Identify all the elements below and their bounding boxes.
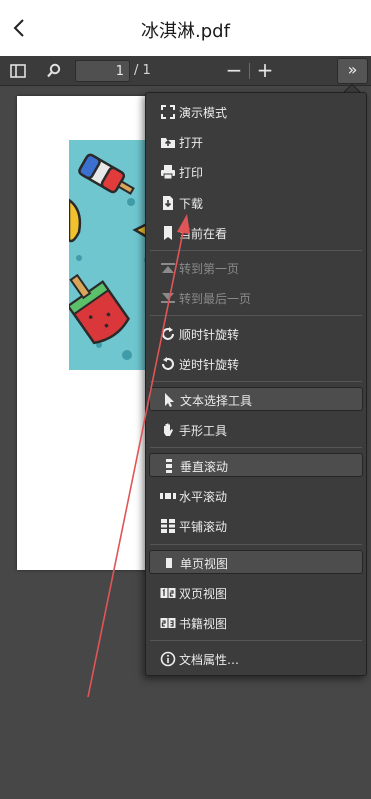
download-icon bbox=[163, 196, 173, 210]
bookmark-icon bbox=[164, 226, 172, 240]
sidebar-toggle-icon[interactable] bbox=[8, 61, 28, 81]
menu-item-label: 手形工具 bbox=[179, 424, 228, 438]
menu-item-current-view[interactable]: 当前在看 bbox=[149, 221, 363, 245]
menu-separator bbox=[150, 381, 362, 382]
menu-item-single-page[interactable]: 单页视图 bbox=[149, 550, 363, 574]
wrapped-scroll-icon bbox=[161, 519, 175, 533]
single-page-icon bbox=[166, 558, 172, 568]
presentation-mode-icon bbox=[161, 105, 175, 119]
menu-item-last-page[interactable]: 转到最后一页 bbox=[149, 286, 363, 310]
open-file-icon bbox=[161, 138, 175, 148]
menu-item-label: 当前在看 bbox=[179, 227, 228, 241]
menu-item-label: 文本选择工具 bbox=[180, 394, 253, 408]
menu-separator bbox=[150, 315, 362, 316]
pdf-toolbar: / 1 − + » bbox=[0, 56, 371, 86]
info-icon bbox=[160, 651, 176, 667]
menu-item-label: 转到最后一页 bbox=[179, 292, 252, 306]
menu-item-download[interactable]: 下载 bbox=[149, 191, 363, 215]
menu-item-odd-spread[interactable]: 双页视图 bbox=[149, 581, 363, 605]
odd-spread-icon bbox=[160, 588, 176, 598]
page-total-label: / 1 bbox=[134, 63, 151, 78]
menu-item-rotate-counterclockwise[interactable]: 逆时针旋转 bbox=[149, 352, 363, 376]
menu-item-label: 文档属性… bbox=[179, 653, 240, 667]
page-number-input[interactable] bbox=[75, 60, 130, 82]
menu-item-label: 下载 bbox=[179, 197, 204, 211]
menu-item-presentation-mode[interactable]: 演示模式 bbox=[149, 100, 363, 124]
menu-item-rotate-clockwise[interactable]: 顺时针旋转 bbox=[149, 322, 363, 346]
menu-separator bbox=[150, 447, 362, 448]
menu-item-hand-tool[interactable]: 手形工具 bbox=[149, 418, 363, 442]
menu-item-document-properties[interactable]: 文档属性… bbox=[149, 647, 363, 671]
hand-icon bbox=[164, 423, 173, 436]
even-spread-icon bbox=[160, 618, 176, 628]
menu-item-horizontal-scroll[interactable]: 水平滚动 bbox=[149, 484, 363, 508]
search-icon[interactable] bbox=[44, 61, 64, 81]
first-page-icon bbox=[161, 263, 175, 273]
menu-item-label: 逆时针旋转 bbox=[179, 358, 240, 372]
menu-item-label: 单页视图 bbox=[180, 557, 229, 571]
zoom-divider bbox=[249, 63, 250, 79]
menu-item-label: 书籍视图 bbox=[179, 617, 228, 631]
menu-item-vertical-scroll[interactable]: 垂直滚动 bbox=[149, 453, 363, 477]
menu-item-label: 转到第一页 bbox=[179, 262, 240, 276]
menu-item-label: 垂直滚动 bbox=[180, 460, 229, 474]
menu-item-first-page[interactable]: 转到第一页 bbox=[149, 256, 363, 280]
last-page-icon bbox=[161, 293, 175, 303]
app-header: 冰淇淋.pdf bbox=[0, 0, 371, 56]
menu-item-label: 演示模式 bbox=[179, 106, 228, 120]
menu-item-label: 打印 bbox=[179, 166, 204, 180]
zoom-in-button[interactable]: + bbox=[256, 58, 274, 82]
horizontal-scroll-icon bbox=[160, 493, 176, 499]
menu-item-even-spread[interactable]: 书籍视图 bbox=[149, 611, 363, 635]
menu-item-print[interactable]: 打印 bbox=[149, 160, 363, 184]
menu-separator bbox=[150, 640, 362, 641]
rotate-counterclockwise-icon bbox=[162, 357, 174, 370]
more-tools-button[interactable]: » bbox=[337, 58, 368, 84]
menu-item-wrapped-scroll[interactable]: 平铺滚动 bbox=[149, 514, 363, 538]
menu-item-text-select-tool[interactable]: 文本选择工具 bbox=[149, 387, 363, 411]
zoom-out-button[interactable]: − bbox=[225, 58, 243, 82]
menu-item-open[interactable]: 打开 bbox=[149, 130, 363, 154]
page-title: 冰淇淋.pdf bbox=[141, 21, 230, 42]
menu-separator bbox=[150, 544, 362, 545]
menu-item-label: 顺时针旋转 bbox=[179, 328, 240, 342]
menu-separator bbox=[150, 250, 362, 251]
menu-item-label: 双页视图 bbox=[179, 587, 228, 601]
tools-menu: 演示模式 打开 打印 下载 当前在看 转到第一页 转到最后一页 顺时针旋转 逆时… bbox=[145, 92, 367, 676]
rotate-clockwise-icon bbox=[162, 327, 174, 340]
menu-item-label: 打开 bbox=[179, 136, 204, 150]
menu-item-label: 平铺滚动 bbox=[179, 520, 228, 534]
vertical-scroll-icon bbox=[166, 459, 172, 473]
print-icon bbox=[161, 165, 175, 180]
cursor-icon bbox=[165, 393, 174, 407]
menu-item-label: 水平滚动 bbox=[179, 490, 228, 504]
